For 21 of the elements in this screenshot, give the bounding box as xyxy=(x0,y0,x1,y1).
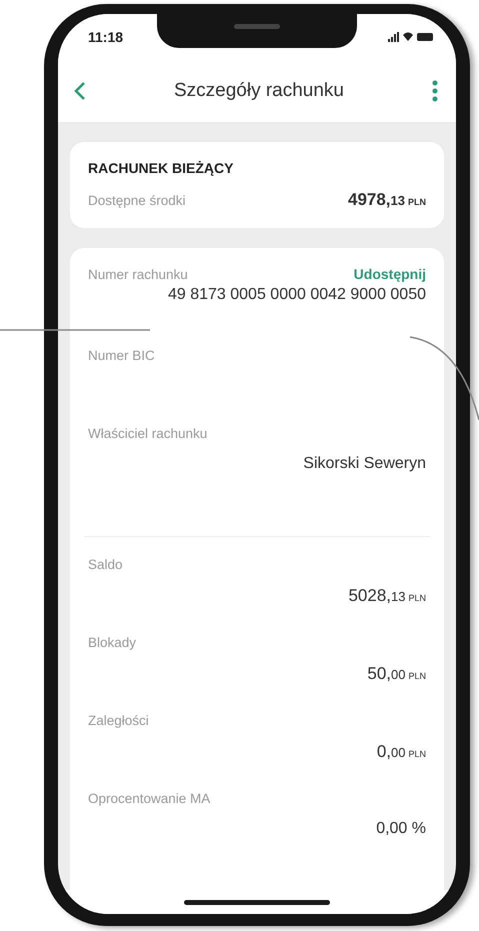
field-amount: 50,00 PLN xyxy=(367,664,426,683)
more-menu-button[interactable] xyxy=(430,78,440,104)
field-label: Blokady xyxy=(88,635,136,650)
field-amount: 0,00 PLN xyxy=(376,742,426,761)
field-amount: 5028,13 PLN xyxy=(348,586,426,605)
field-label: Saldo xyxy=(88,557,123,572)
share-link[interactable]: Udostępnij xyxy=(354,266,426,282)
status-icons xyxy=(388,31,434,43)
field-value: 49 8173 0005 0000 0042 9000 0050 xyxy=(168,286,426,304)
field-label: Numer rachunku xyxy=(88,267,188,282)
field-value: Sikorski Seweryn xyxy=(303,455,426,473)
field-value: 0,00 % xyxy=(376,820,426,838)
field-label: Oprocentowanie MA xyxy=(88,791,210,806)
available-funds-label: Dostępne środki xyxy=(88,193,186,208)
status-time: 11:18 xyxy=(88,29,124,45)
field-label: Właściciel rachunku xyxy=(88,426,208,441)
account-type: RACHUNEK BIEŻĄCY xyxy=(88,160,234,176)
available-funds-amount: 4978,13 PLN xyxy=(348,190,426,210)
field-label: Numer BIC xyxy=(88,348,155,363)
page-title: Szczegóły rachunku xyxy=(174,80,344,102)
field-label: Zaległości xyxy=(88,713,149,728)
